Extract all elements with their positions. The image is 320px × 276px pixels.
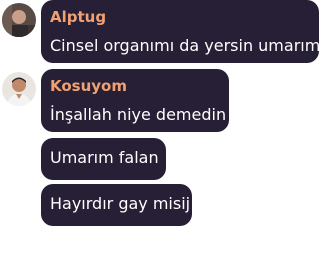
message-bubble[interactable]: Alptug Cinsel organımı da yersin umarım bbox=[41, 0, 320, 63]
avatar-icon[interactable] bbox=[2, 72, 36, 106]
chat-thread: Alptug Cinsel organımı da yersin umarım … bbox=[0, 0, 320, 276]
message-text: Hayırdır gay misij bbox=[50, 194, 191, 213]
sender-name[interactable]: Alptug bbox=[50, 8, 106, 26]
avatar-icon[interactable] bbox=[2, 3, 36, 37]
sender-name[interactable]: Kosuyom bbox=[50, 77, 127, 95]
message-bubble[interactable]: Umarım falan bbox=[41, 138, 166, 180]
message-text: Umarım falan bbox=[50, 148, 159, 167]
message-text: İnşallah niye demedin bbox=[50, 105, 227, 124]
message-text: Cinsel organımı da yersin umarım bbox=[50, 36, 320, 55]
message-bubble[interactable]: Kosuyom İnşallah niye demedin bbox=[41, 69, 229, 132]
message-bubble[interactable]: Hayırdır gay misij bbox=[41, 184, 192, 226]
